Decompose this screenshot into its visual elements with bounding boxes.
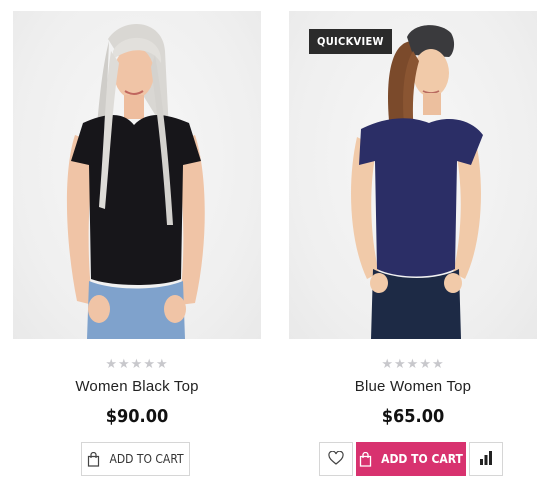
woman-black-top-photo: [66, 23, 205, 339]
heart-icon: [328, 450, 344, 468]
shopping-bag-icon: [87, 451, 100, 467]
wishlist-button[interactable]: [319, 442, 353, 476]
product-price: $90.00: [105, 406, 169, 427]
product-card: ★★★★★ Women Black Top $90.00 ADD TO CART: [13, 0, 261, 492]
rating-stars: ★★★★★: [381, 356, 445, 371]
add-to-cart-button[interactable]: ADD TO CART: [81, 442, 190, 476]
shopping-bag-icon: [359, 451, 372, 467]
add-to-cart-button[interactable]: ADD TO CART: [356, 442, 466, 476]
woman-blue-top-photo: [351, 25, 483, 339]
add-to-cart-label: ADD TO CART: [109, 452, 184, 466]
bar-chart-icon: [479, 450, 493, 468]
add-to-cart-label: ADD TO CART: [381, 452, 463, 466]
product-image[interactable]: [289, 11, 537, 339]
product-name[interactable]: Women Black Top: [13, 378, 261, 395]
compare-button[interactable]: [469, 442, 503, 476]
product-image[interactable]: [13, 11, 261, 339]
product-card: QUICKVIEW ★★★★★ Blue Women Top $65.00 AD…: [289, 0, 537, 492]
quickview-button[interactable]: QUICKVIEW: [309, 29, 392, 54]
rating-stars: ★★★★★: [105, 356, 169, 371]
product-price: $65.00: [381, 406, 445, 427]
product-name[interactable]: Blue Women Top: [289, 378, 537, 395]
